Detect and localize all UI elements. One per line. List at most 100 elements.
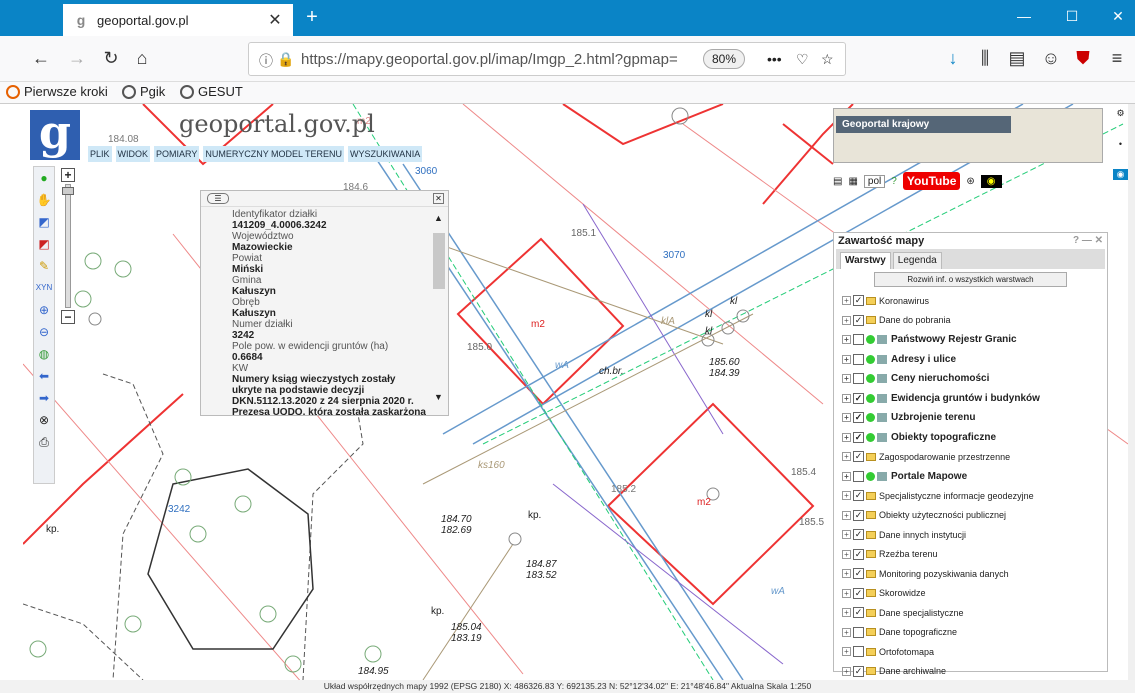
- layer-item[interactable]: + ✓ Monitoring pozyskiwania danych: [834, 564, 1107, 584]
- expand-layer-icon[interactable]: +: [842, 335, 851, 345]
- no-tool-icon[interactable]: ⊗: [34, 409, 54, 431]
- doc-icon[interactable]: ▤: [833, 176, 842, 187]
- layer-item[interactable]: + ✓ Specjalistyczne informacje geodezyjne: [834, 486, 1107, 506]
- expand-layer-icon[interactable]: +: [842, 647, 851, 657]
- minimize-icon[interactable]: —: [1014, 8, 1034, 24]
- settings-icon[interactable]: ⚙: [1113, 108, 1128, 119]
- expand-layer-icon[interactable]: +: [842, 432, 851, 442]
- expand-layer-icon[interactable]: +: [842, 491, 851, 501]
- menu-wyszukiwania[interactable]: WYSZUKIWANIA: [348, 146, 423, 162]
- zoom-track[interactable]: [62, 184, 74, 308]
- tab-warstwy[interactable]: Warstwy: [840, 252, 891, 269]
- account-icon[interactable]: ☺: [1040, 47, 1062, 69]
- layer-checkbox[interactable]: [853, 334, 864, 346]
- layer-checkbox[interactable]: [853, 470, 864, 482]
- scroll-up-icon[interactable]: ▲: [434, 213, 443, 224]
- bookmark-star-icon[interactable]: ☆: [821, 51, 834, 68]
- layer-item[interactable]: + Ortofotomapa: [834, 642, 1107, 662]
- zoom-indicator[interactable]: 80%: [703, 49, 745, 69]
- bookmark-gesut[interactable]: GESUT: [180, 84, 243, 99]
- menu-widok[interactable]: WIDOK: [115, 146, 151, 162]
- layer-checkbox[interactable]: ✓: [853, 568, 864, 580]
- maximize-icon[interactable]: ☐: [1062, 8, 1082, 25]
- expand-layer-icon[interactable]: +: [842, 608, 851, 618]
- map-canvas[interactable]: 3060 3070 m2 m2 m2 3242 kp. kp. kp. 185.…: [23, 104, 1128, 680]
- language-select[interactable]: pol: [863, 174, 886, 188]
- close-popup-icon[interactable]: ✕: [433, 193, 444, 204]
- expand-layer-icon[interactable]: +: [842, 471, 851, 481]
- tab-legenda[interactable]: Legenda: [892, 252, 942, 269]
- expand-layer-icon[interactable]: +: [842, 549, 851, 559]
- layer-checkbox[interactable]: ✓: [853, 412, 864, 424]
- layer-checkbox[interactable]: [853, 353, 864, 365]
- geoportal-logo[interactable]: g: [30, 109, 80, 160]
- layer-item[interactable]: + ✓ Skorowidze: [834, 584, 1107, 604]
- eye-icon[interactable]: ◉: [1113, 169, 1128, 180]
- layer-checkbox[interactable]: ✓: [853, 509, 864, 521]
- forward-icon[interactable]: →: [66, 47, 88, 69]
- print-icon[interactable]: ⎙: [34, 431, 54, 453]
- popup-scrollbar[interactable]: ▲ ▼: [432, 213, 446, 403]
- layer-item[interactable]: + Adresy i ulice: [834, 350, 1107, 370]
- tab-close-icon[interactable]: ✕: [267, 10, 283, 30]
- layer-item[interactable]: + Portale Mapowe: [834, 467, 1107, 487]
- layer-checkbox[interactable]: ✓: [853, 490, 864, 502]
- info-tool-icon[interactable]: ●: [34, 167, 54, 189]
- contrast-icon[interactable]: ◉: [980, 174, 1002, 188]
- layer-checkbox[interactable]: [853, 373, 864, 385]
- close-window-icon[interactable]: ✕: [1108, 8, 1128, 25]
- expand-layer-icon[interactable]: +: [842, 296, 851, 306]
- info-icon[interactable]: ⓘ: [259, 51, 273, 71]
- layer-checkbox[interactable]: ✓: [853, 548, 864, 560]
- menu-pomiary[interactable]: POMIARY: [154, 146, 200, 162]
- zoom-plus-icon[interactable]: +: [61, 168, 75, 182]
- expand-layer-icon[interactable]: +: [842, 530, 851, 540]
- sidebar-icon[interactable]: ▤: [1006, 47, 1028, 69]
- layer-item[interactable]: + ✓ Dane archiwalne: [834, 662, 1107, 681]
- expand-layer-icon[interactable]: +: [842, 588, 851, 598]
- home-icon[interactable]: ⌂: [131, 47, 153, 69]
- page-actions-icon[interactable]: •••: [767, 51, 782, 67]
- download-icon[interactable]: ↓: [942, 47, 964, 69]
- layer-checkbox[interactable]: ✓: [853, 665, 864, 677]
- menu-nmt[interactable]: NUMERYCZNY MODEL TERENU: [203, 146, 345, 162]
- select-red-tool-icon[interactable]: ◩: [34, 233, 54, 255]
- scroll-thumb[interactable]: [433, 233, 445, 289]
- layer-checkbox[interactable]: ✓: [853, 529, 864, 541]
- bookmark-pgik[interactable]: Pgik: [122, 84, 165, 99]
- list-icon[interactable]: ☰: [207, 193, 229, 204]
- zoom-minus-icon[interactable]: −: [61, 310, 75, 324]
- accessibility-icon[interactable]: ⊛: [966, 176, 974, 187]
- panel-controls-icon[interactable]: ? — ✕: [1073, 235, 1103, 246]
- pencil-icon[interactable]: ✎: [34, 255, 54, 277]
- overview-map[interactable]: Geoportal krajowy: [833, 108, 1103, 163]
- layer-item[interactable]: + Ceny nieruchomości: [834, 369, 1107, 389]
- layer-checkbox[interactable]: ✓: [853, 314, 864, 326]
- expand-layer-icon[interactable]: +: [842, 354, 851, 364]
- expand-layer-icon[interactable]: +: [842, 315, 851, 325]
- library-icon[interactable]: ⫼: [974, 47, 996, 69]
- xyz-tool-icon[interactable]: XYN: [34, 277, 54, 299]
- layer-item[interactable]: + ✓ Koronawirus: [834, 291, 1107, 311]
- expand-layer-icon[interactable]: +: [842, 452, 851, 462]
- expand-layer-icon[interactable]: +: [842, 569, 851, 579]
- expand-layer-icon[interactable]: +: [842, 374, 851, 384]
- layer-item[interactable]: + Dane topograficzne: [834, 623, 1107, 643]
- expand-all-button[interactable]: Rozwiń inf. o wszystkich warstwach: [874, 272, 1067, 287]
- layer-checkbox[interactable]: ✓: [853, 431, 864, 443]
- layer-checkbox[interactable]: ✓: [853, 392, 864, 404]
- zoom-in-icon[interactable]: ⊕: [34, 299, 54, 321]
- bookmark-pierwsze-kroki[interactable]: Pierwsze kroki: [6, 84, 108, 99]
- layer-item[interactable]: + ✓ Dane do pobrania: [834, 311, 1107, 331]
- url-bar[interactable]: ⓘ 🔒 https://mapy.geoportal.gov.pl/imap/I…: [248, 42, 846, 76]
- browser-tab[interactable]: g geoportal.gov.pl ✕: [63, 4, 293, 36]
- wms-icon[interactable]: ▦: [848, 176, 857, 187]
- forward-arrow-icon[interactable]: ➡: [34, 387, 54, 409]
- scroll-down-icon[interactable]: ▼: [434, 392, 443, 403]
- menu-plik[interactable]: PLIK: [88, 146, 112, 162]
- youtube-button[interactable]: YouTube: [902, 172, 961, 190]
- menu-icon[interactable]: ≡: [1106, 47, 1128, 69]
- layer-item[interactable]: + ✓ Dane innych instytucji: [834, 525, 1107, 545]
- page-scrollbar[interactable]: [1128, 104, 1135, 680]
- zoom-knob[interactable]: [62, 187, 74, 195]
